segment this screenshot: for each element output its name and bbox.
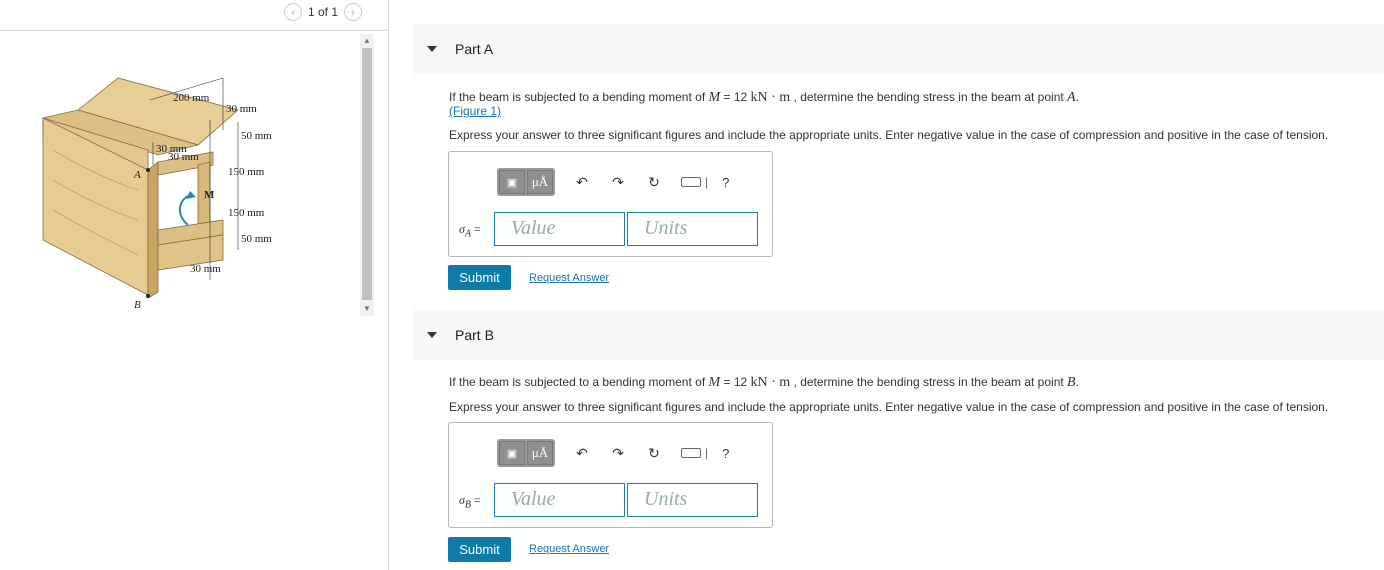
beam-illustration: 200 mm 30 mm 50 mm 30 mm 30 mm 150 mm 15… bbox=[41, 77, 272, 311]
part-b-answer-box: ▣ μÅ ↶ ↷ ↻ | ? σB = Value Units bbox=[448, 422, 773, 528]
part-a-question: If the beam is subjected to a bending mo… bbox=[449, 90, 1079, 105]
figure-link[interactable]: (Figure 1) bbox=[449, 104, 501, 118]
point-b-label: B bbox=[134, 299, 141, 311]
keyboard-icon[interactable] bbox=[681, 448, 701, 458]
math-toolbar: ▣ μÅ ↶ ↷ ↻ | ? bbox=[497, 438, 729, 468]
scroll-down-icon[interactable]: ▼ bbox=[363, 304, 371, 313]
sigma-a-label: σA = bbox=[459, 222, 481, 240]
help-button[interactable]: ? bbox=[722, 175, 729, 190]
figure-panel: ‹ 1 of 1 › 200 mm 30 mm 50 mm 30 mm 30 m… bbox=[0, 0, 389, 570]
moment-label: M bbox=[204, 189, 215, 201]
units-input[interactable]: Units bbox=[627, 212, 758, 246]
beam-figure[interactable]: 200 mm 30 mm 50 mm 30 mm 30 mm 150 mm 15… bbox=[38, 70, 318, 315]
chevron-left-icon[interactable]: ‹ bbox=[284, 3, 302, 21]
toolbar-separator: | bbox=[705, 175, 709, 189]
submit-button[interactable]: Submit bbox=[448, 265, 511, 290]
toolbar-separator: | bbox=[705, 446, 709, 460]
figure-divider bbox=[0, 30, 388, 31]
request-answer-link[interactable]: Request Answer bbox=[529, 543, 609, 555]
toolbar-group: ▣ μÅ bbox=[497, 439, 555, 467]
part-b-title: Part B bbox=[455, 327, 494, 343]
undo-icon[interactable]: ↶ bbox=[573, 174, 591, 191]
collapse-caret-icon[interactable] bbox=[427, 332, 437, 338]
figure-pager: ‹ 1 of 1 › bbox=[284, 2, 363, 22]
reset-icon[interactable]: ↻ bbox=[645, 174, 663, 191]
templates-icon[interactable]: ▣ bbox=[499, 441, 525, 465]
part-b-question: If the beam is subjected to a bending mo… bbox=[449, 375, 1079, 390]
dim-50-bot: 50 mm bbox=[241, 233, 272, 245]
chevron-right-icon[interactable]: › bbox=[344, 3, 363, 21]
point-a-label: A bbox=[133, 169, 141, 181]
dim-30-bot: 30 mm bbox=[190, 263, 221, 275]
value-input[interactable]: Value bbox=[494, 212, 625, 246]
dim-30-top: 30 mm bbox=[226, 103, 257, 115]
units-button[interactable]: μÅ bbox=[527, 441, 553, 465]
redo-icon[interactable]: ↷ bbox=[609, 174, 627, 191]
dim-30-left-b: 30 mm bbox=[168, 151, 199, 163]
reset-icon[interactable]: ↻ bbox=[645, 445, 663, 462]
value-input[interactable]: Value bbox=[494, 483, 625, 517]
dim-150-b: 150 mm bbox=[228, 207, 265, 219]
request-answer-link[interactable]: Request Answer bbox=[529, 272, 609, 284]
scroll-up-icon[interactable]: ▲ bbox=[363, 36, 371, 45]
part-a-answer-box: ▣ μÅ ↶ ↷ ↻ | ? σA = Value Units bbox=[448, 151, 773, 257]
figure-scrollbar[interactable]: ▲ ▼ bbox=[360, 34, 374, 316]
dim-200: 200 mm bbox=[173, 92, 210, 104]
part-a-instructions: Express your answer to three significant… bbox=[449, 128, 1329, 142]
sigma-b-label: σB = bbox=[459, 493, 481, 511]
help-button[interactable]: ? bbox=[722, 446, 729, 461]
collapse-caret-icon[interactable] bbox=[427, 46, 437, 52]
redo-icon[interactable]: ↷ bbox=[609, 445, 627, 462]
part-b-instructions: Express your answer to three significant… bbox=[449, 400, 1329, 414]
keyboard-icon[interactable] bbox=[681, 177, 701, 187]
units-button[interactable]: μÅ bbox=[527, 170, 553, 194]
templates-icon[interactable]: ▣ bbox=[499, 170, 525, 194]
question-panel: Part A If the beam is subjected to a ben… bbox=[389, 0, 1384, 570]
units-input[interactable]: Units bbox=[627, 483, 758, 517]
dim-50-top: 50 mm bbox=[241, 130, 272, 142]
submit-button[interactable]: Submit bbox=[448, 537, 511, 562]
scroll-thumb[interactable] bbox=[362, 48, 372, 300]
dim-150-a: 150 mm bbox=[228, 166, 265, 178]
toolbar-group: ▣ μÅ bbox=[497, 168, 555, 196]
part-a-header[interactable]: Part A bbox=[413, 24, 1384, 74]
part-a-title: Part A bbox=[455, 41, 494, 57]
pager-text: 1 of 1 bbox=[308, 5, 339, 19]
undo-icon[interactable]: ↶ bbox=[573, 445, 591, 462]
math-toolbar: ▣ μÅ ↶ ↷ ↻ | ? bbox=[497, 167, 729, 197]
part-b-header[interactable]: Part B bbox=[413, 310, 1384, 360]
